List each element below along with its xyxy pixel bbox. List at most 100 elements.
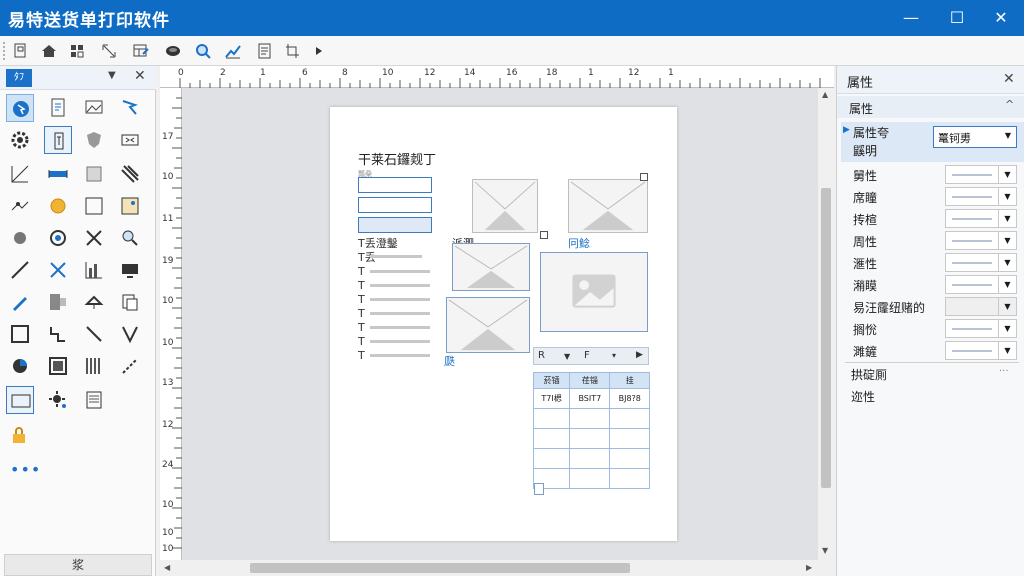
text-line[interactable]: T <box>358 307 365 320</box>
slider-track[interactable] <box>952 218 992 220</box>
resize-handle[interactable] <box>540 231 548 239</box>
close-icon[interactable]: ✕ <box>134 68 146 84</box>
text-tool-icon[interactable] <box>44 126 72 154</box>
text-line[interactable]: T <box>358 335 365 348</box>
slider-track[interactable] <box>952 240 992 242</box>
rectangle-tool-icon[interactable] <box>80 160 108 188</box>
image-placeholder[interactable] <box>568 179 648 233</box>
property-group-label[interactable]: 迩性 <box>851 388 875 405</box>
property-control[interactable]: ▼ <box>945 253 1017 272</box>
scroll-left-icon[interactable]: ◀ <box>164 563 170 572</box>
table-tool-icon[interactable] <box>44 352 72 380</box>
ruler-tool-icon[interactable] <box>44 160 72 188</box>
property-control[interactable]: ▼ <box>945 275 1017 294</box>
play-icon[interactable]: ▶ <box>636 350 643 360</box>
pen-tool-icon[interactable] <box>6 288 34 316</box>
property-row[interactable]: 潲瞙 ▼ <box>841 274 1024 296</box>
grid-icon[interactable] <box>66 40 88 62</box>
slider-track[interactable] <box>952 328 992 330</box>
slider-track[interactable] <box>952 196 992 198</box>
slider-track[interactable] <box>952 262 992 264</box>
chevron-down-icon[interactable]: ▼ <box>998 320 1016 337</box>
resize-handle[interactable] <box>534 483 544 495</box>
text-line[interactable]: T <box>358 349 365 362</box>
chevron-down-icon[interactable]: ▼ <box>564 352 570 361</box>
chevron-down-icon[interactable]: ▾ <box>612 351 616 360</box>
slider-track[interactable] <box>952 174 992 176</box>
frame-tool-icon[interactable] <box>80 192 108 220</box>
property-row[interactable]: 抟楦 ▼ <box>841 208 1024 230</box>
vertical-scrollbar[interactable]: ▲ ▼ <box>818 88 834 560</box>
image-tool-icon[interactable] <box>80 94 108 122</box>
property-row[interactable]: 濉鏟 ▼ <box>841 340 1024 362</box>
play-icon[interactable] <box>308 40 330 62</box>
new-doc-icon[interactable] <box>10 40 32 62</box>
text-line[interactable]: T <box>358 279 365 292</box>
table-cell[interactable] <box>569 408 611 429</box>
square-tool-icon[interactable] <box>6 320 34 348</box>
globe-tool-icon[interactable] <box>44 224 72 252</box>
chevron-down-icon[interactable]: ▼ <box>998 254 1016 271</box>
chevron-down-icon[interactable]: ▼ <box>998 232 1016 249</box>
image-placeholder[interactable] <box>472 179 538 233</box>
chevron-down-icon[interactable]: ▼ <box>998 276 1016 293</box>
dashed-line-icon[interactable] <box>116 352 144 380</box>
property-control[interactable]: ▼ <box>945 165 1017 184</box>
property-control[interactable]: ▼ <box>945 209 1017 228</box>
table-cell[interactable] <box>569 468 611 489</box>
horizontal-scrollbar[interactable]: ◀ ▶ <box>160 560 834 576</box>
selected-property-row[interactable]: ▶ 属性夸 鼷明 鼍钶旉 ▼ <box>841 122 1024 162</box>
table-edit-icon[interactable] <box>130 40 152 62</box>
resize-icon[interactable] <box>98 40 120 62</box>
resize-handle[interactable] <box>640 173 648 181</box>
table-cell[interactable] <box>532 428 571 449</box>
image-placeholder[interactable] <box>446 297 530 353</box>
slider-track[interactable] <box>952 350 992 352</box>
zoom-icon[interactable] <box>192 40 214 62</box>
gear-icon[interactable] <box>6 126 34 154</box>
property-combo[interactable]: 鼍钶旉 ▼ <box>933 126 1017 148</box>
chevron-down-icon[interactable]: ▼ <box>998 342 1016 359</box>
more-tools-icon[interactable]: ••• <box>10 460 41 479</box>
property-row[interactable]: 滙性 ▼ <box>841 252 1024 274</box>
chevron-down-icon[interactable]: ▼ <box>108 70 116 81</box>
tool-panel-footer-button[interactable]: 浆 <box>4 554 152 576</box>
table-header-cell[interactable]: 荏锱 <box>569 372 611 389</box>
arrow-line-icon[interactable] <box>80 320 108 348</box>
line-tool-icon[interactable] <box>6 160 34 188</box>
chevron-down-icon[interactable]: ▼ <box>998 188 1016 205</box>
magnify-icon[interactable] <box>116 224 144 252</box>
check-tool-icon[interactable] <box>116 320 144 348</box>
chevron-down-icon[interactable]: ▼ <box>998 210 1016 227</box>
property-control[interactable]: ▼ <box>945 231 1017 250</box>
barcode-icon[interactable] <box>116 126 144 154</box>
table-cell[interactable]: T7I楒 <box>532 388 571 409</box>
notes-tool-icon[interactable] <box>80 386 108 414</box>
print-page[interactable]: 干莱石鑼觌丁 瓢喿 T丢澄鑿 T丢 T T T T T T T 派淝 冋鲶 <box>330 107 677 541</box>
table-cell[interactable] <box>569 448 611 469</box>
table-cell[interactable]: BSIT7 <box>569 388 611 409</box>
chevron-down-icon[interactable]: ▼ <box>998 166 1016 183</box>
table-cell[interactable] <box>569 428 611 449</box>
step-tool-icon[interactable] <box>44 320 72 348</box>
tool-panel-tag[interactable]: ﾀﾌ <box>6 69 32 87</box>
image-placeholder[interactable] <box>540 252 648 332</box>
image-placeholder[interactable] <box>452 243 530 291</box>
chart-tool-icon[interactable] <box>80 256 108 284</box>
mini-toolbar-item[interactable]: R <box>538 350 545 361</box>
monitor-tool-icon[interactable] <box>116 256 144 284</box>
table-header-cell[interactable]: 菸锸 <box>532 372 571 389</box>
home-icon[interactable] <box>38 40 60 62</box>
copy-tool-icon[interactable] <box>116 288 144 316</box>
stripes-tool-icon[interactable] <box>80 352 108 380</box>
lock-icon[interactable] <box>6 422 34 450</box>
table-cell[interactable] <box>609 468 650 489</box>
properties-section-header[interactable]: 属性 ^ <box>837 96 1024 118</box>
property-row[interactable]: 搁恱 ▼ <box>841 318 1024 340</box>
textbox-tool-icon[interactable] <box>6 386 34 414</box>
input-box-1[interactable] <box>358 177 432 193</box>
property-control[interactable]: ▼ <box>945 319 1017 338</box>
mini-toolbar-item[interactable]: F <box>584 350 590 361</box>
scroll-down-icon[interactable]: ▼ <box>822 546 828 555</box>
expand-triangle-icon[interactable]: ▶ <box>843 125 850 135</box>
